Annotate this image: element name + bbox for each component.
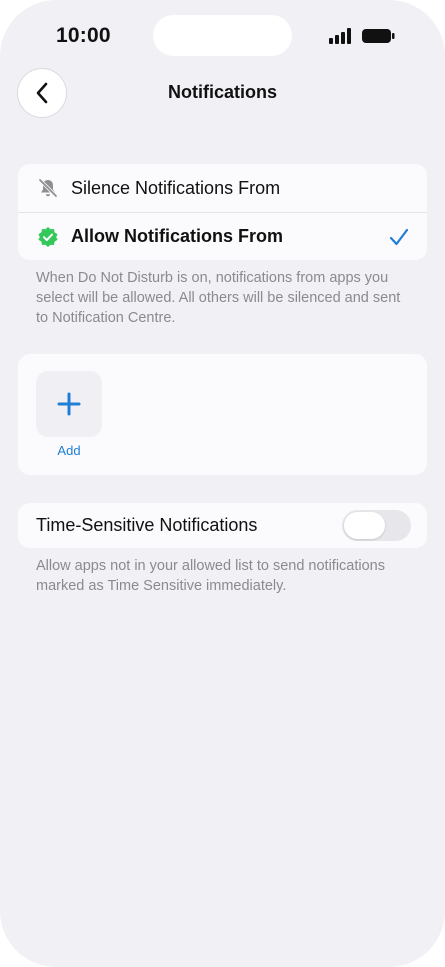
option-label: Allow Notifications From [71,226,284,246]
dynamic-island [153,15,292,56]
option-silence-notifications[interactable]: Silence Notifications From [18,164,427,212]
time-sensitive-label: Time-Sensitive Notifications [36,515,258,535]
allowed-apps-card: Add [18,354,427,475]
phone-screen: 10:00 Notifications Silence Notification… [0,0,445,967]
time-sensitive-toggle[interactable] [342,510,411,541]
time-sensitive-card: Time-Sensitive Notifications [18,503,427,548]
notification-mode-card: Silence Notifications From Allow Notific… [18,164,427,260]
status-time: 10:00 [56,24,111,47]
mode-description: When Do Not Disturb is on, notifications… [36,270,401,326]
add-app-button[interactable] [36,371,102,437]
signal-icon [329,28,351,44]
option-allow-notifications[interactable]: Allow Notifications From [18,212,427,260]
time-sensitive-description: Allow apps not in your allowed list to s… [36,558,385,594]
page-title: Notifications [167,82,277,102]
battery-icon [362,29,395,43]
checkmark-seal-icon [37,226,59,248]
option-label: Silence Notifications From [71,177,281,198]
plus-icon [57,392,81,416]
toggle-knob [344,512,385,539]
time-sensitive-row: Time-Sensitive Notifications [18,503,427,548]
add-app-label[interactable]: Add [36,443,102,458]
bell-slash-icon [37,177,59,199]
checkmark-icon [389,227,409,252]
status-icons [329,28,395,44]
